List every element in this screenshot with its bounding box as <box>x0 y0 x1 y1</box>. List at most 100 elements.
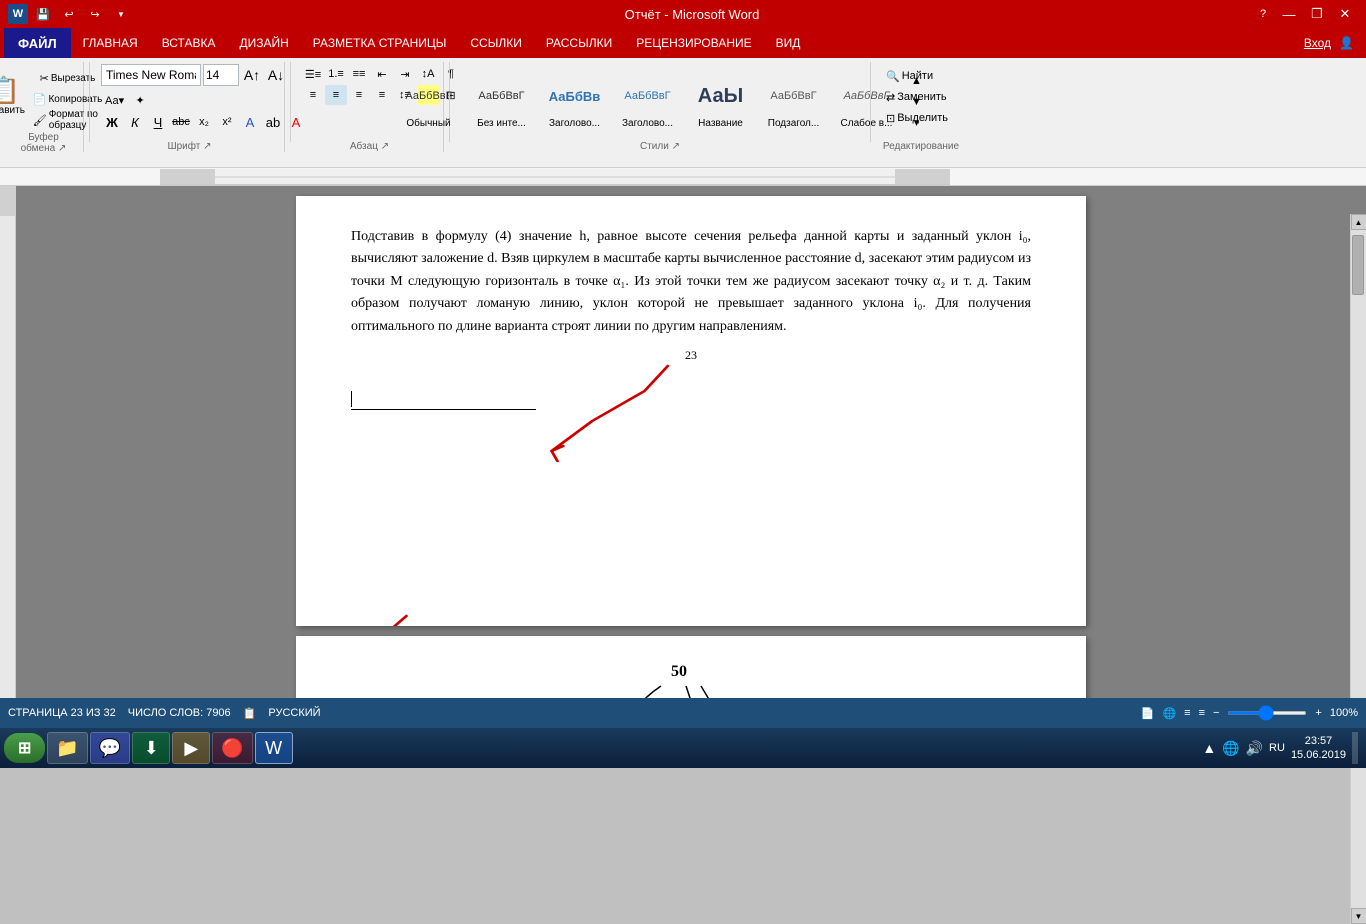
scroll-up-btn[interactable]: ▲ <box>1351 214 1366 230</box>
highlight-btn[interactable]: ab <box>262 112 284 132</box>
decrease-font-btn[interactable]: A↓ <box>265 65 287 85</box>
sep4 <box>870 62 871 142</box>
doc-check-icon[interactable]: 📋 <box>243 707 257 720</box>
select-button[interactable]: ⊡ Выделить <box>882 108 960 128</box>
paste-button[interactable]: 📋 Вставить <box>0 64 27 128</box>
undo-quick-btn[interactable]: ↩ <box>58 3 80 25</box>
taskbar-word-btn[interactable]: W <box>255 732 293 764</box>
menu-home[interactable]: ГЛАВНАЯ <box>71 28 150 58</box>
style-title-label: Название <box>698 118 743 129</box>
decrease-indent-btn[interactable]: ⇤ <box>371 64 393 84</box>
justify-btn[interactable]: ≡ <box>371 85 393 105</box>
scroll-track[interactable] <box>1351 230 1366 908</box>
view-draft-btn[interactable]: ≡ <box>1199 707 1205 719</box>
increase-font-btn[interactable]: A↑ <box>241 65 263 85</box>
bullets-btn[interactable]: ☰≡ <box>302 64 324 84</box>
clipboard-expand-icon[interactable]: ↗ <box>58 143 66 154</box>
subscript-btn[interactable]: x₂ <box>193 112 215 132</box>
style-h1[interactable]: АаБбВв Заголово... <box>539 68 611 136</box>
para-label: Абзац ↗ <box>350 141 389 152</box>
tray-network-icon[interactable]: 🌐 <box>1222 740 1239 757</box>
close-btn[interactable]: ✕ <box>1332 4 1358 24</box>
font-expand-icon[interactable]: ↗ <box>203 141 211 152</box>
style-h2[interactable]: АаБбВвГ Заголово... <box>612 68 684 136</box>
minimize-btn[interactable]: — <box>1276 4 1302 24</box>
show-desktop-btn[interactable] <box>1352 732 1358 764</box>
underline-btn[interactable]: Ч <box>147 112 169 132</box>
menu-layout[interactable]: РАЗМЕТКА СТРАНИЦЫ <box>301 28 459 58</box>
bold-btn[interactable]: Ж <box>101 112 123 132</box>
font-name-input[interactable] <box>101 64 201 86</box>
help-btn[interactable]: ? <box>1252 3 1274 25</box>
taskbar-clock[interactable]: 23:57 15.06.2019 <box>1291 734 1346 763</box>
para-expand-icon[interactable]: ↗ <box>381 141 389 152</box>
style-normal[interactable]: АаБбВвГ Обычный <box>393 68 465 136</box>
superscript-btn[interactable]: x² <box>216 112 238 132</box>
tray-expand-icon[interactable]: ▲ <box>1202 740 1216 756</box>
start-button[interactable]: ⊞ <box>4 733 45 763</box>
vertical-ruler <box>0 186 16 698</box>
clear-format-btn[interactable]: ✦ <box>129 90 151 110</box>
scroll-down-btn[interactable]: ▼ <box>1351 908 1366 924</box>
strikethrough-btn[interactable]: abc <box>170 112 192 132</box>
tray-lang[interactable]: RU <box>1269 742 1285 754</box>
save-quick-btn[interactable]: 💾 <box>32 3 54 25</box>
zoom-in-btn[interactable]: + <box>1315 707 1321 719</box>
redo-quick-btn[interactable]: ↪ <box>84 3 106 25</box>
change-case-btn[interactable]: Аа▾ <box>101 90 128 110</box>
font-size-input[interactable] <box>203 64 239 86</box>
zoom-slider[interactable] <box>1227 711 1307 715</box>
align-right-btn[interactable]: ≡ <box>348 85 370 105</box>
taskbar-dl-btn[interactable]: ⬇ <box>132 732 170 764</box>
menu-design[interactable]: ДИЗАЙН <box>228 28 301 58</box>
menu-refs[interactable]: ССЫЛКИ <box>458 28 533 58</box>
login-label[interactable]: Вход <box>1304 36 1331 50</box>
ribbon: 📋 Вставить ✂ Вырезать 📄 Копировать 🖌 Фор… <box>0 58 1366 168</box>
find-button[interactable]: 🔍 Найти <box>882 66 960 86</box>
main-area: Подставив в формулу (4) значение h, равн… <box>0 186 1366 698</box>
restore-btn[interactable]: ❐ <box>1304 4 1330 24</box>
multilevel-btn[interactable]: ≡≡ <box>348 64 370 84</box>
replace-button[interactable]: ⇄ Заменить <box>882 87 960 107</box>
italic-btn[interactable]: К <box>124 112 146 132</box>
scroll-thumb[interactable] <box>1352 235 1364 295</box>
menu-review[interactable]: РЕЦЕНЗИРОВАНИЕ <box>624 28 763 58</box>
style-subtitle-label: Подзагол... <box>768 118 819 129</box>
styles-group: АаБбВвГ Обычный АаБбВвГ Без инте... АаБб… <box>455 62 865 152</box>
page-23: Подставив в формулу (4) значение h, равн… <box>296 196 1086 626</box>
clock-date: 15.06.2019 <box>1291 748 1346 762</box>
align-left-btn[interactable]: ≡ <box>302 85 324 105</box>
style-h2-label: Заголово... <box>622 118 673 129</box>
menu-insert[interactable]: ВСТАВКА <box>150 28 228 58</box>
styles-expand-icon[interactable]: ↗ <box>672 141 680 152</box>
text-effects-btn[interactable]: A <box>239 112 261 132</box>
text-cursor <box>351 391 352 407</box>
zoom-out-btn[interactable]: − <box>1213 707 1219 719</box>
title-text: Отчёт - Microsoft Word <box>132 7 1252 22</box>
taskbar-explorer-btn[interactable]: 📁 <box>47 732 87 764</box>
menu-view[interactable]: ВИД <box>764 28 813 58</box>
style-no-spacing[interactable]: АаБбВвГ Без инте... <box>466 68 538 136</box>
language[interactable]: РУССКИЙ <box>268 707 320 719</box>
replace-icon: ⇄ <box>886 91 895 104</box>
style-no-spacing-label: Без инте... <box>477 118 526 129</box>
login-area: Вход 👤 <box>1304 28 1362 58</box>
taskbar-media-btn[interactable]: ▶ <box>172 732 210 764</box>
view-web-btn[interactable]: 🌐 <box>1162 707 1176 720</box>
tray-volume-icon[interactable]: 🔊 <box>1246 740 1263 757</box>
ribbon-content: 📋 Вставить ✂ Вырезать 📄 Копировать 🖌 Фор… <box>0 58 1366 167</box>
style-title[interactable]: АаЫ Название <box>685 68 757 136</box>
document-area[interactable]: Подставив в формулу (4) значение h, равн… <box>16 186 1366 738</box>
align-center-btn[interactable]: ≡ <box>325 85 347 105</box>
clipboard-group: 📋 Вставить ✂ Вырезать 📄 Копировать 🖌 Фор… <box>4 62 84 152</box>
taskbar-chrome-btn[interactable]: 🔴 <box>212 732 252 764</box>
view-outline-btn[interactable]: ≡ <box>1184 707 1190 719</box>
numbering-btn[interactable]: 1.≡ <box>325 64 347 84</box>
taskbar-discord-btn[interactable]: 💬 <box>90 732 130 764</box>
menu-file[interactable]: ФАЙЛ <box>4 28 71 58</box>
style-subtitle[interactable]: АаБбВвГ Подзагол... <box>758 68 830 136</box>
style-normal-label: Обычный <box>406 118 450 129</box>
customize-quick-btn[interactable]: ▼ <box>110 3 132 25</box>
view-print-btn[interactable]: 📄 <box>1141 707 1155 720</box>
menu-mailings[interactable]: РАССЫЛКИ <box>534 28 624 58</box>
